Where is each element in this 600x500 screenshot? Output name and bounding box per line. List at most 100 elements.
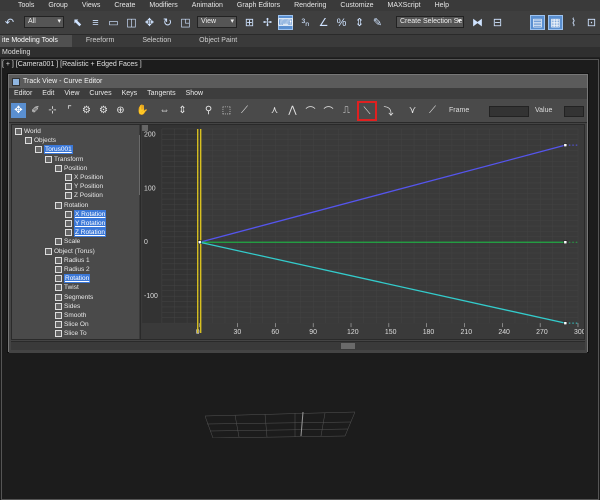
menu-customize[interactable]: Customize [333, 2, 380, 9]
tree-item[interactable]: Sides [55, 302, 80, 311]
tangent-linear-icon[interactable]: ⟍ [357, 101, 377, 121]
menu-tools[interactable]: Tools [0, 2, 41, 9]
tree-item[interactable]: Scale [55, 237, 80, 246]
tree-item[interactable]: Position [55, 164, 87, 173]
horizontal-scrollbar[interactable] [11, 341, 585, 350]
move-icon[interactable]: ✥ [142, 15, 157, 30]
schematic-view-icon[interactable]: ⊡ [584, 15, 599, 30]
tangent-custom-icon[interactable]: ⋀ [285, 103, 300, 118]
region-keys-icon[interactable]: ⌜ [62, 103, 77, 118]
curve-graph[interactable]: 2001000-1000306090120150180210240270300 [140, 124, 585, 340]
angle-snap-icon[interactable]: ∠ [316, 15, 331, 30]
named-selection-set-dropdown[interactable]: Create Selection Se [396, 16, 464, 28]
viewport-label[interactable]: [ + ] [Camera001 ] [Realistic + Edged Fa… [2, 61, 142, 68]
retime-icon[interactable]: ⚙ [79, 103, 94, 118]
scale-icon[interactable]: ◳ [178, 15, 193, 30]
tree-item[interactable]: Object (Torus) [45, 247, 95, 256]
snap-toggle-icon[interactable]: ³ₙ [298, 15, 313, 30]
ribbon-tab-2[interactable]: Selection [128, 35, 185, 47]
keyboard-shortcut-icon[interactable]: ⌨ [278, 15, 293, 30]
tree-item[interactable]: Y Rotation [65, 219, 107, 228]
curve-series-2[interactable] [199, 241, 566, 324]
tree-item[interactable]: Radius 2 [55, 265, 90, 274]
retime-all-icon[interactable]: ⚙ [96, 103, 111, 118]
tree-item[interactable]: Rotation [55, 274, 91, 284]
tree-item[interactable]: Slice On [55, 320, 89, 329]
menu-help[interactable]: Help [428, 2, 456, 9]
percent-snap-icon[interactable]: % [334, 15, 349, 30]
menu-rendering[interactable]: Rendering [287, 2, 333, 9]
tangent-step-icon[interactable]: ⎍ [339, 103, 354, 118]
tree-item[interactable]: Segments [55, 293, 93, 302]
undo-icon[interactable]: ↶ [2, 15, 17, 30]
snap-frames-icon[interactable]: ⊕ [113, 103, 128, 118]
zoom-horizontal-extents-icon[interactable]: ⇔ [157, 103, 172, 118]
select-by-name-icon[interactable]: ≡ [88, 15, 103, 30]
tv-menu-curves[interactable]: Curves [84, 90, 116, 97]
tree-item[interactable]: X Rotation [65, 209, 107, 219]
select-manipulate-icon[interactable]: ✢ [260, 15, 275, 30]
menu-maxscript[interactable]: MAXScript [381, 2, 428, 9]
selection-filter-dropdown[interactable]: All [24, 16, 64, 28]
ribbon-tab-1[interactable]: Freeform [72, 35, 128, 47]
pivot-icon[interactable]: ⊞ [242, 15, 257, 30]
zoom-icon[interactable]: ⚲ [201, 103, 216, 118]
edit-named-selection-icon[interactable]: ✎ [370, 15, 385, 30]
add-keys-icon[interactable]: ⊹ [45, 103, 60, 118]
frame-field[interactable] [489, 106, 529, 117]
key-point[interactable] [563, 240, 568, 244]
tv-menu-editor[interactable]: Editor [9, 90, 37, 97]
mirror-icon[interactable]: ⧓ [470, 15, 485, 30]
pan-icon[interactable]: ✋ [135, 103, 150, 118]
tree-item[interactable]: Rotation [55, 201, 88, 210]
menu-views[interactable]: Views [75, 2, 108, 9]
zoom-value-extents-icon[interactable]: ⇕ [175, 103, 190, 118]
tree-item[interactable]: Objects [25, 136, 56, 145]
lock-tangents-icon[interactable]: ⋎ [405, 103, 420, 118]
tv-menu-view[interactable]: View [59, 90, 84, 97]
key-point[interactable] [563, 321, 568, 325]
menu-group[interactable]: Group [41, 2, 74, 9]
tv-menu-tangents[interactable]: Tangents [142, 90, 180, 97]
draw-curves-icon[interactable]: ✐ [28, 103, 43, 118]
select-object-icon[interactable]: ⬉ [70, 15, 85, 30]
window-crossing-icon[interactable]: ◫ [124, 15, 139, 30]
zoom-region-icon[interactable]: ⬚ [219, 103, 234, 118]
tv-menu-keys[interactable]: Keys [117, 90, 143, 97]
ribbon-icon[interactable]: ▦ [548, 15, 563, 30]
menu-graph-editors[interactable]: Graph Editors [230, 2, 287, 9]
show-tangents-icon[interactable]: ⟋ [425, 103, 440, 118]
tv-menu-edit[interactable]: Edit [37, 90, 59, 97]
layer-explorer-icon[interactable]: ▤ [530, 15, 545, 30]
tangent-smooth-icon[interactable]: ⤵ [381, 103, 396, 118]
menu-modifiers[interactable]: Modifiers [142, 2, 184, 9]
ribbon-tab-0[interactable]: ite Modeling Tools [0, 35, 72, 47]
track-view-window[interactable]: Track View - Curve Editor Editor Edit View… [8, 74, 588, 353]
tangent-slow-icon[interactable]: ⌒ [321, 103, 336, 118]
tree-item[interactable]: X Position [65, 173, 103, 182]
tree-item[interactable]: Radius 1 [55, 256, 90, 265]
value-field[interactable] [564, 106, 584, 117]
tree-item[interactable]: World [15, 127, 41, 136]
tangent-auto-icon[interactable]: ⋏ [267, 103, 282, 118]
tree-item[interactable]: Torus001 [35, 145, 73, 155]
menu-animation[interactable]: Animation [185, 2, 230, 9]
rotate-icon[interactable]: ↻ [160, 15, 175, 30]
tree-item[interactable]: Slice To [55, 329, 87, 338]
reference-coordinate-dropdown[interactable]: View [197, 16, 237, 28]
tree-item[interactable]: Smooth [55, 311, 86, 320]
curve-editor-icon[interactable]: ⌇ [566, 15, 581, 30]
selection-region-icon[interactable]: ▭ [106, 15, 121, 30]
align-icon[interactable]: ⊟ [490, 15, 505, 30]
tree-item[interactable]: Z Rotation [65, 228, 106, 238]
tree-item[interactable]: Twist [55, 283, 79, 292]
move-keys-icon[interactable]: ✥ [11, 103, 26, 118]
tree-item[interactable]: Transform [45, 155, 83, 164]
key-point[interactable] [198, 240, 202, 244]
tangent-fast-icon[interactable]: ⌒ [303, 103, 318, 118]
horizontal-scrollbar-thumb[interactable] [341, 343, 355, 349]
tree-item[interactable]: Z Position [65, 191, 103, 200]
key-point[interactable] [563, 143, 568, 147]
ribbon-tab-3[interactable]: Object Paint [185, 35, 251, 47]
track-view-titlebar[interactable]: Track View - Curve Editor [9, 75, 587, 88]
